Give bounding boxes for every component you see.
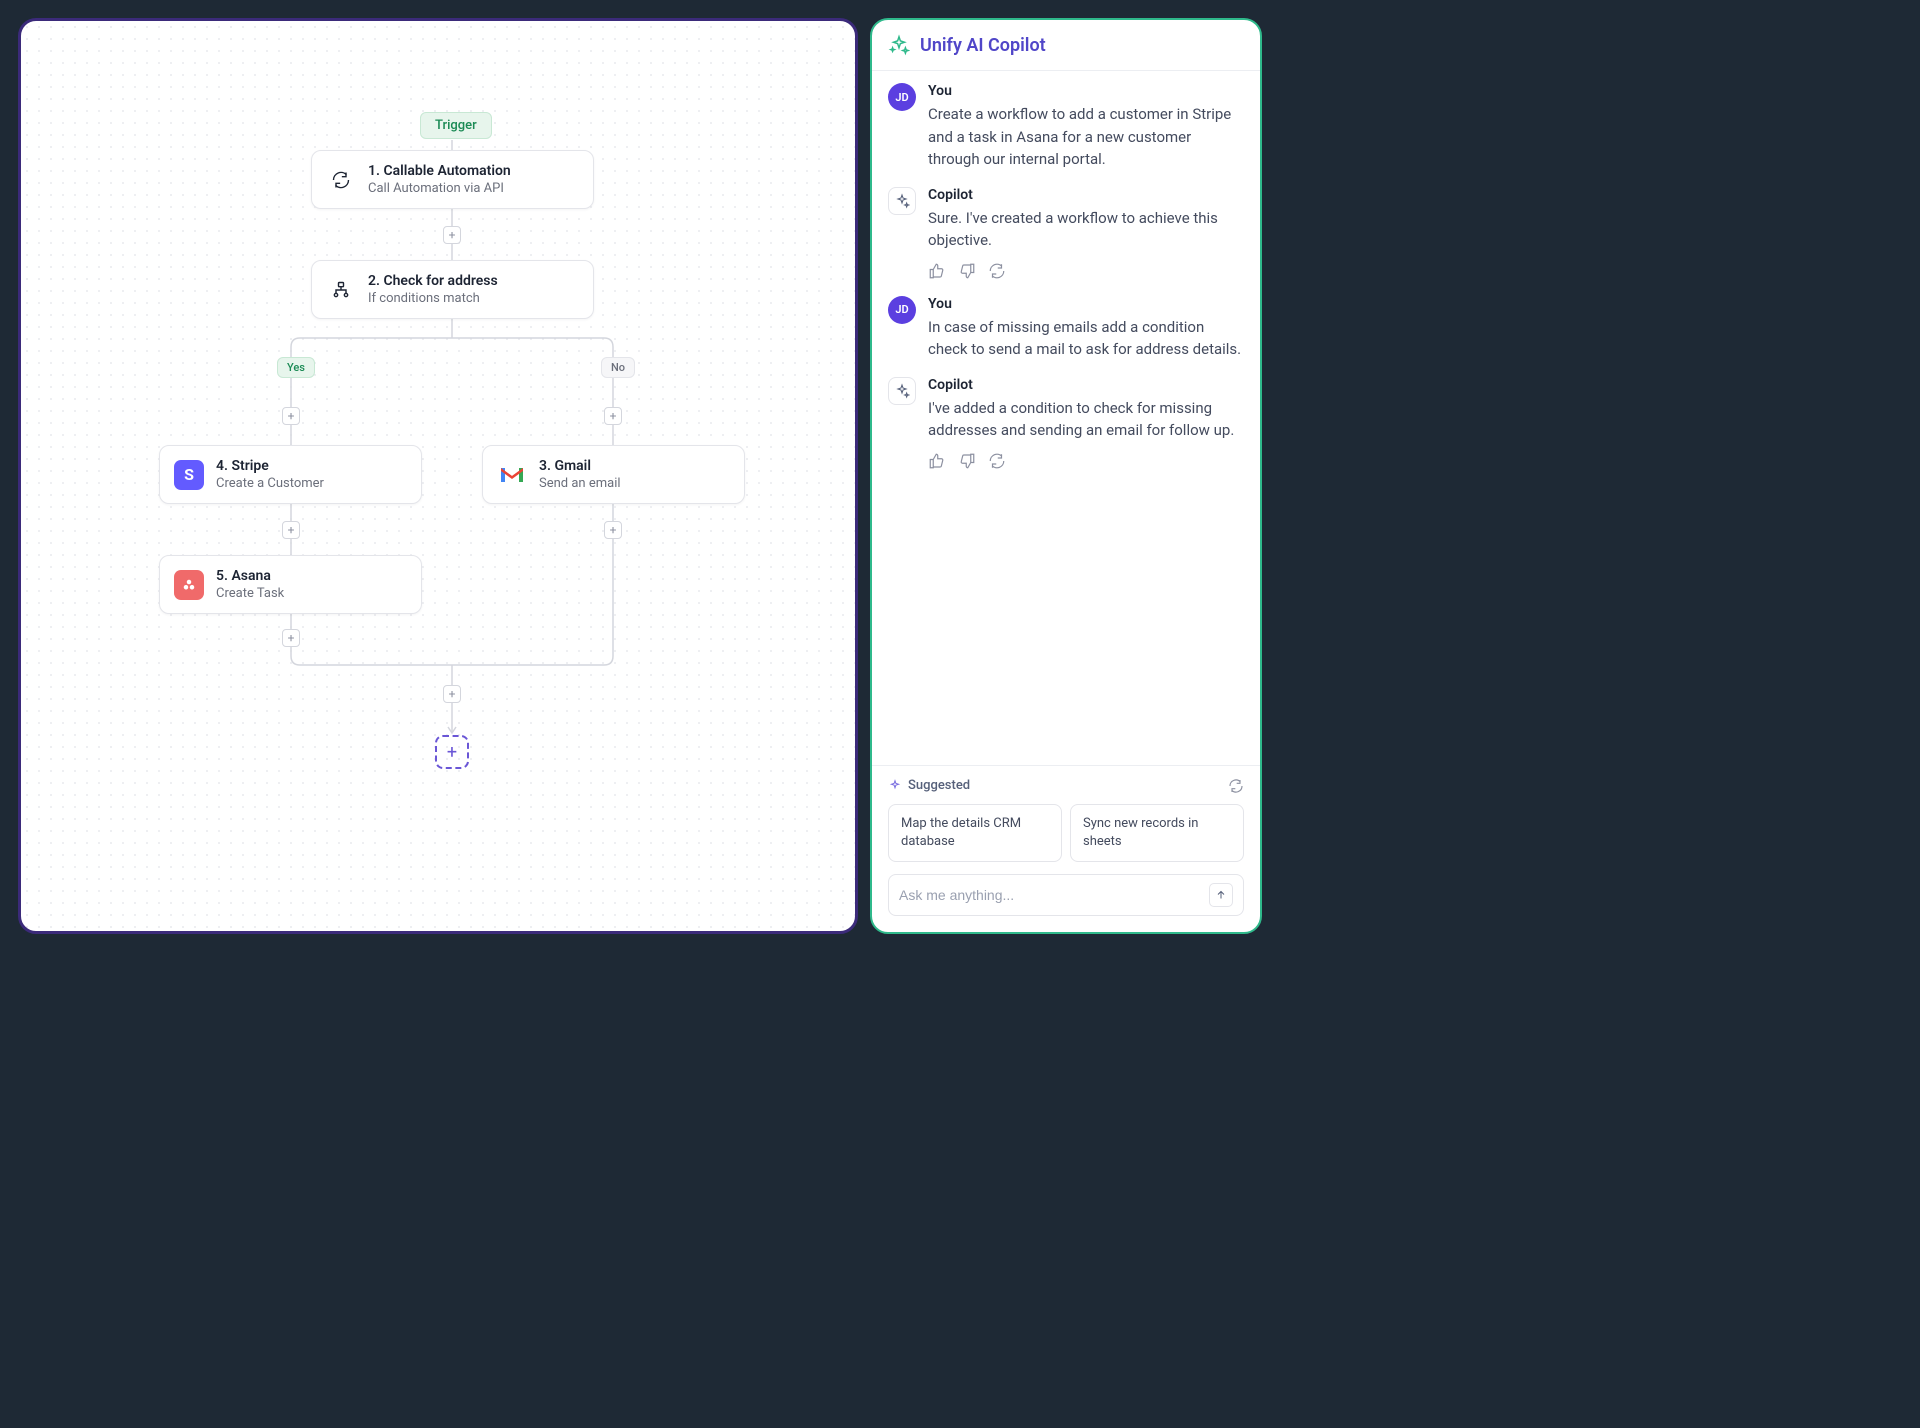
- refresh-icon: [326, 165, 356, 195]
- message-text: Sure. I've created a workflow to achieve…: [928, 207, 1244, 252]
- node-gmail[interactable]: 3. Gmail Send an email: [482, 445, 745, 504]
- suggestion-card[interactable]: Map the details CRM database: [888, 804, 1062, 862]
- gmail-icon: [497, 460, 527, 490]
- node-title: 3. Gmail: [539, 458, 621, 474]
- avatar: [888, 377, 916, 405]
- arrow-up-icon: [1215, 889, 1227, 901]
- sparkle-icon: [894, 383, 910, 399]
- add-step-button[interactable]: +: [443, 685, 461, 703]
- node-subtitle: Create a Customer: [216, 476, 324, 491]
- chat-message: Copilot Sure. I've created a workflow to…: [888, 187, 1244, 280]
- chat-message: Copilot I've added a condition to check …: [888, 377, 1244, 470]
- node-subtitle: Send an email: [539, 476, 621, 491]
- message-text: Create a workflow to add a customer in S…: [928, 103, 1244, 171]
- branch-no-badge: No: [601, 357, 635, 378]
- trigger-badge: Trigger: [420, 112, 492, 139]
- branch-yes-badge: Yes: [277, 357, 315, 378]
- sparkle-icon: [894, 193, 910, 209]
- feedback-row: [928, 452, 1244, 470]
- thumbs-down-icon[interactable]: [958, 262, 976, 280]
- node-title: 5. Asana: [216, 568, 284, 584]
- sparkle-icon: [888, 34, 910, 56]
- add-step-button[interactable]: +: [604, 521, 622, 539]
- refresh-icon[interactable]: [1228, 778, 1244, 794]
- add-step-button[interactable]: +: [443, 226, 461, 244]
- node-title: 1. Callable Automation: [368, 163, 511, 179]
- avatar: JD: [888, 83, 916, 111]
- trigger-label: Trigger: [435, 118, 477, 133]
- message-text: In case of missing emails add a conditio…: [928, 316, 1244, 361]
- node-check-address[interactable]: 2. Check for address If conditions match: [311, 260, 594, 319]
- add-step-button[interactable]: +: [604, 407, 622, 425]
- node-subtitle: Call Automation via API: [368, 181, 511, 196]
- stripe-icon: S: [174, 460, 204, 490]
- sparkle-icon: [888, 779, 902, 793]
- add-step-button[interactable]: +: [282, 521, 300, 539]
- no-label: No: [611, 361, 625, 374]
- add-step-button[interactable]: +: [282, 629, 300, 647]
- node-subtitle: Create Task: [216, 586, 284, 601]
- node-title: 2. Check for address: [368, 273, 498, 289]
- avatar: [888, 187, 916, 215]
- regenerate-icon[interactable]: [988, 452, 1006, 470]
- copilot-panel: Unify AI Copilot JD You Create a workflo…: [870, 18, 1262, 934]
- message-author: You: [928, 83, 1244, 99]
- workflow-canvas[interactable]: Trigger 1. Callable Automation Call Auto…: [18, 18, 858, 934]
- compose-row: [888, 874, 1244, 916]
- message-text: I've added a condition to check for miss…: [928, 397, 1244, 442]
- send-button[interactable]: [1209, 883, 1233, 907]
- thumbs-down-icon[interactable]: [958, 452, 976, 470]
- suggestion-card[interactable]: Sync new records in sheets: [1070, 804, 1244, 862]
- regenerate-icon[interactable]: [988, 262, 1006, 280]
- add-step-button[interactable]: +: [282, 407, 300, 425]
- add-end-step-button[interactable]: +: [435, 735, 469, 769]
- node-subtitle: If conditions match: [368, 291, 498, 306]
- node-title: 4. Stripe: [216, 458, 324, 474]
- chat-input[interactable]: [899, 887, 1209, 903]
- message-author: Copilot: [928, 187, 1244, 203]
- thumbs-up-icon[interactable]: [928, 262, 946, 280]
- chat-message: JD You In case of missing emails add a c…: [888, 296, 1244, 361]
- copilot-header: Unify AI Copilot: [872, 20, 1260, 71]
- copilot-title: Unify AI Copilot: [920, 35, 1046, 56]
- avatar: JD: [888, 296, 916, 324]
- feedback-row: [928, 262, 1244, 280]
- suggested-label: Suggested: [908, 778, 970, 793]
- suggested-section: Suggested Map the details CRM database S…: [872, 765, 1260, 932]
- yes-label: Yes: [287, 361, 305, 374]
- branch-icon: [326, 275, 356, 305]
- node-stripe[interactable]: S 4. Stripe Create a Customer: [159, 445, 422, 504]
- thumbs-up-icon[interactable]: [928, 452, 946, 470]
- asana-icon: [174, 570, 204, 600]
- node-callable-automation[interactable]: 1. Callable Automation Call Automation v…: [311, 150, 594, 209]
- node-asana[interactable]: 5. Asana Create Task: [159, 555, 422, 614]
- chat-message: JD You Create a workflow to add a custom…: [888, 83, 1244, 171]
- message-author: Copilot: [928, 377, 1244, 393]
- chat-thread[interactable]: JD You Create a workflow to add a custom…: [872, 71, 1260, 765]
- message-author: You: [928, 296, 1244, 312]
